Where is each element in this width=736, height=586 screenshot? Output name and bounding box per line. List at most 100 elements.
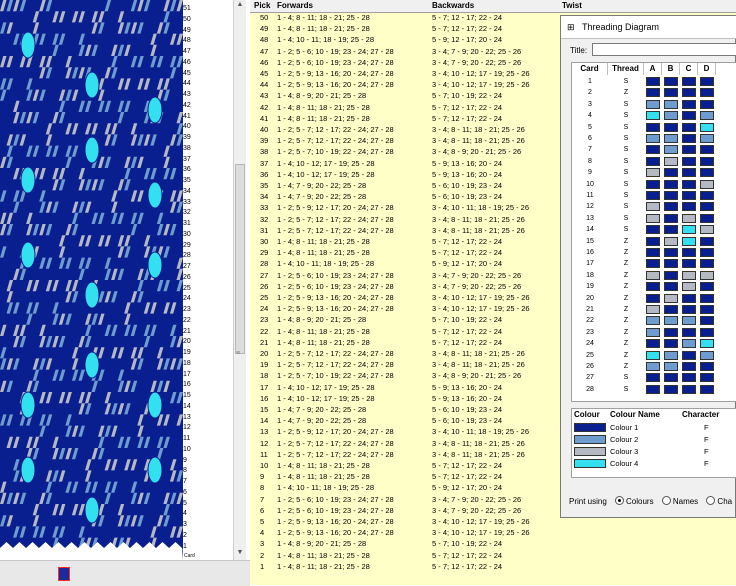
hole-colour-swatch[interactable] [664, 316, 678, 326]
card-row[interactable]: 13 S [572, 213, 736, 224]
thread-direction[interactable]: S [608, 179, 644, 190]
col-header-twist[interactable]: Twist [562, 1, 582, 10]
card-row[interactable]: 19 Z [572, 281, 736, 292]
hole-colour-swatch[interactable] [682, 293, 696, 303]
card-row[interactable]: 2Z [572, 87, 736, 98]
radio-characters-label[interactable]: Cha [717, 497, 732, 506]
hole-colour-swatch[interactable] [646, 373, 660, 383]
thread-direction[interactable]: S [608, 144, 644, 155]
hole-colour-swatch[interactable] [664, 202, 678, 212]
hole-colour-swatch[interactable] [646, 305, 660, 314]
card-row[interactable]: 25 Z [572, 350, 736, 361]
hole-colour-swatch[interactable] [664, 373, 678, 383]
hole-colour-swatch[interactable] [700, 248, 714, 257]
hole-colour-swatch[interactable] [700, 236, 714, 246]
hole-colour-swatch[interactable] [700, 77, 714, 86]
hole-colour-swatch[interactable] [664, 384, 678, 394]
hole-colour-swatch[interactable] [682, 282, 696, 292]
hole-colour-swatch[interactable] [682, 384, 696, 394]
hole-colour-swatch[interactable] [682, 270, 696, 280]
hole-colour-swatch[interactable] [664, 111, 678, 121]
hole-colour-swatch[interactable] [646, 88, 660, 98]
hole-colour-swatch[interactable] [682, 156, 696, 166]
thread-direction[interactable]: Z [608, 338, 644, 349]
hole-colour-swatch[interactable] [664, 122, 678, 132]
hole-colour-swatch[interactable] [700, 213, 714, 223]
hole-colour-swatch[interactable] [646, 202, 660, 212]
hole-colour-swatch[interactable] [646, 362, 660, 371]
thread-direction[interactable]: Z [608, 247, 644, 258]
card-row[interactable]: 4S [572, 110, 736, 121]
thread-direction[interactable]: Z [608, 315, 644, 326]
col-header-backwards[interactable]: Backwards [432, 1, 474, 10]
card-row[interactable]: 3S [572, 99, 736, 110]
hole-colour-swatch[interactable] [700, 350, 714, 360]
hole-colour-swatch[interactable] [682, 145, 696, 155]
colour-row[interactable]: Colour 1 F [572, 422, 736, 433]
hole-colour-swatch[interactable] [646, 259, 660, 269]
thread-direction[interactable]: Z [608, 258, 644, 269]
thread-direction[interactable]: S [608, 201, 644, 212]
hole-colour-swatch[interactable] [646, 179, 660, 189]
hole-colour-swatch[interactable] [682, 88, 696, 98]
pattern-scrollbar[interactable]: ▲ ≡ ▼ [233, 0, 246, 560]
hole-colour-swatch[interactable] [646, 225, 660, 235]
pattern-preview[interactable] [0, 0, 183, 560]
hole-colour-swatch[interactable] [700, 270, 714, 280]
card-row[interactable]: 6S [572, 133, 736, 144]
radio-colours-label[interactable]: Colours [626, 497, 654, 506]
hole-colour-swatch[interactable] [700, 191, 714, 200]
hole-colour-swatch[interactable] [664, 248, 678, 257]
hole-colour-swatch[interactable] [646, 350, 660, 360]
hole-colour-swatch[interactable] [664, 156, 678, 166]
hole-colour-swatch[interactable] [700, 134, 714, 143]
hole-colour-swatch[interactable] [700, 259, 714, 269]
hole-colour-swatch[interactable] [664, 327, 678, 337]
card-row[interactable]: 26 Z [572, 361, 736, 372]
hole-colour-swatch[interactable] [682, 305, 696, 314]
threading-diagram-window[interactable]: ⊞ Threading Diagram Title: Card Thread A… [560, 15, 736, 518]
card-row[interactable]: 18 Z [572, 270, 736, 281]
radio-names-label[interactable]: Names [673, 497, 698, 506]
hole-colour-swatch[interactable] [664, 236, 678, 246]
thread-direction[interactable]: S [608, 122, 644, 133]
hole-colour-swatch[interactable] [700, 293, 714, 303]
hole-colour-swatch[interactable] [682, 362, 696, 371]
hole-colour-swatch[interactable] [682, 202, 696, 212]
card-row[interactable]: 28 S [572, 384, 736, 395]
hole-colour-swatch[interactable] [682, 350, 696, 360]
hole-colour-swatch[interactable] [646, 384, 660, 394]
hole-colour-swatch[interactable] [664, 134, 678, 143]
hole-colour-swatch[interactable] [700, 111, 714, 121]
hole-colour-swatch[interactable] [664, 179, 678, 189]
hole-colour-swatch[interactable] [682, 111, 696, 121]
hole-colour-swatch[interactable] [700, 145, 714, 155]
scroll-down-arrow-icon[interactable]: ▼ [235, 548, 245, 558]
card-grid[interactable]: Card Thread A B C D 1 S 2 Z 3 S 4 S 5 S 6 S 7 S 8 S 9 S 10… [571, 62, 736, 402]
hole-colour-swatch[interactable] [664, 259, 678, 269]
colour-swatch[interactable] [574, 423, 606, 432]
table-row[interactable]: 2 1 - 4; 8 - 11; 18 - 21; 25 - 28 5 - 7; 1… [250, 550, 736, 561]
card-row[interactable]: 20 Z [572, 293, 736, 304]
hole-colour-swatch[interactable] [646, 156, 660, 166]
colour-row[interactable]: Colour 3 F [572, 446, 736, 457]
hole-colour-swatch[interactable] [700, 88, 714, 98]
card-row[interactable]: 7S [572, 144, 736, 155]
hole-colour-swatch[interactable] [700, 282, 714, 292]
hole-colour-swatch[interactable] [682, 191, 696, 200]
splitter-grip-icon[interactable]: ≡ [236, 350, 244, 358]
table-row[interactable]: 4 1 - 2; 5 - 9; 13 - 16; 20 - 24; 27 - 28… [250, 527, 736, 538]
hole-colour-swatch[interactable] [682, 134, 696, 143]
hole-colour-swatch[interactable] [700, 305, 714, 314]
hole-colour-swatch[interactable] [664, 191, 678, 200]
hole-colour-swatch[interactable] [700, 373, 714, 383]
hole-colour-swatch[interactable] [700, 362, 714, 371]
hole-colour-swatch[interactable] [664, 168, 678, 178]
hole-colour-swatch[interactable] [700, 179, 714, 189]
hole-colour-swatch[interactable] [700, 327, 714, 337]
hole-colour-swatch[interactable] [682, 248, 696, 257]
card-row[interactable]: 24 Z [572, 338, 736, 349]
card-row[interactable]: 8S [572, 156, 736, 167]
hole-colour-swatch[interactable] [646, 339, 660, 349]
hole-colour-swatch[interactable] [682, 373, 696, 383]
